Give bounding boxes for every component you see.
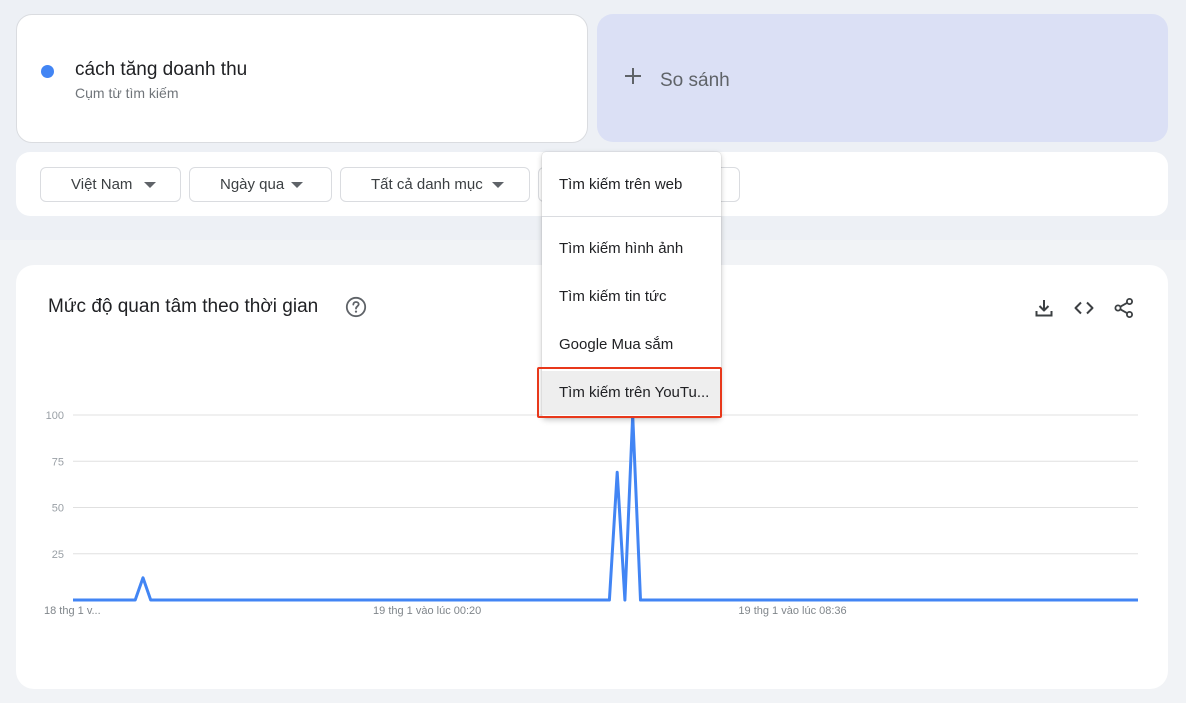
menu-item-label: Tìm kiếm hình ảnh <box>559 240 684 257</box>
compare-button[interactable]: So sánh <box>597 14 1168 142</box>
category-filter-dropdown[interactable]: Tất cả danh mục <box>340 167 530 202</box>
menu-item-label: Tìm kiếm tin tức <box>559 288 667 305</box>
x-tick-label: 19 thg 1 vào lúc 08:36 <box>738 605 846 617</box>
plus-icon <box>625 68 641 84</box>
y-tick-label: 25 <box>52 549 64 561</box>
menu-item-news-search[interactable]: Tìm kiếm tin tức <box>542 275 721 319</box>
menu-divider <box>542 216 721 217</box>
y-tick-label: 50 <box>52 503 64 515</box>
region-filter-dropdown[interactable]: Việt Nam <box>40 167 181 202</box>
category-filter-label: Tất cả danh mục <box>371 176 483 193</box>
menu-item-image-search[interactable]: Tìm kiếm hình ảnh <box>542 227 721 271</box>
caret-down-icon <box>144 182 156 188</box>
menu-item-label: Google Mua sắm <box>559 336 674 353</box>
time-range-filter-label: Ngày qua <box>220 176 285 193</box>
caret-down-icon <box>291 182 303 188</box>
menu-item-label: Tìm kiếm trên web <box>559 176 683 193</box>
menu-item-web-search[interactable]: Tìm kiếm trên web <box>542 163 721 207</box>
y-tick-label: 75 <box>52 456 64 468</box>
search-term-title: cách tăng doanh thu <box>75 59 248 80</box>
x-tick-label: 19 thg 1 vào lúc 00:20 <box>373 605 481 617</box>
x-tick-label: 18 thg 1 v... <box>44 605 101 617</box>
menu-item-google-shopping[interactable]: Google Mua sắm <box>542 323 721 367</box>
time-range-filter-dropdown[interactable]: Ngày qua <box>189 167 332 202</box>
search-term-type: Cụm từ tìm kiếm <box>75 85 179 101</box>
caret-down-icon <box>492 182 504 188</box>
search-term-card[interactable]: cách tăng doanh thu Cụm từ tìm kiếm <box>16 14 588 143</box>
compare-label: So sánh <box>660 70 730 91</box>
y-tick-label: 100 <box>46 410 64 422</box>
selection-highlight-outline <box>537 367 722 418</box>
series-color-dot <box>41 65 54 78</box>
region-filter-label: Việt Nam <box>71 176 133 193</box>
